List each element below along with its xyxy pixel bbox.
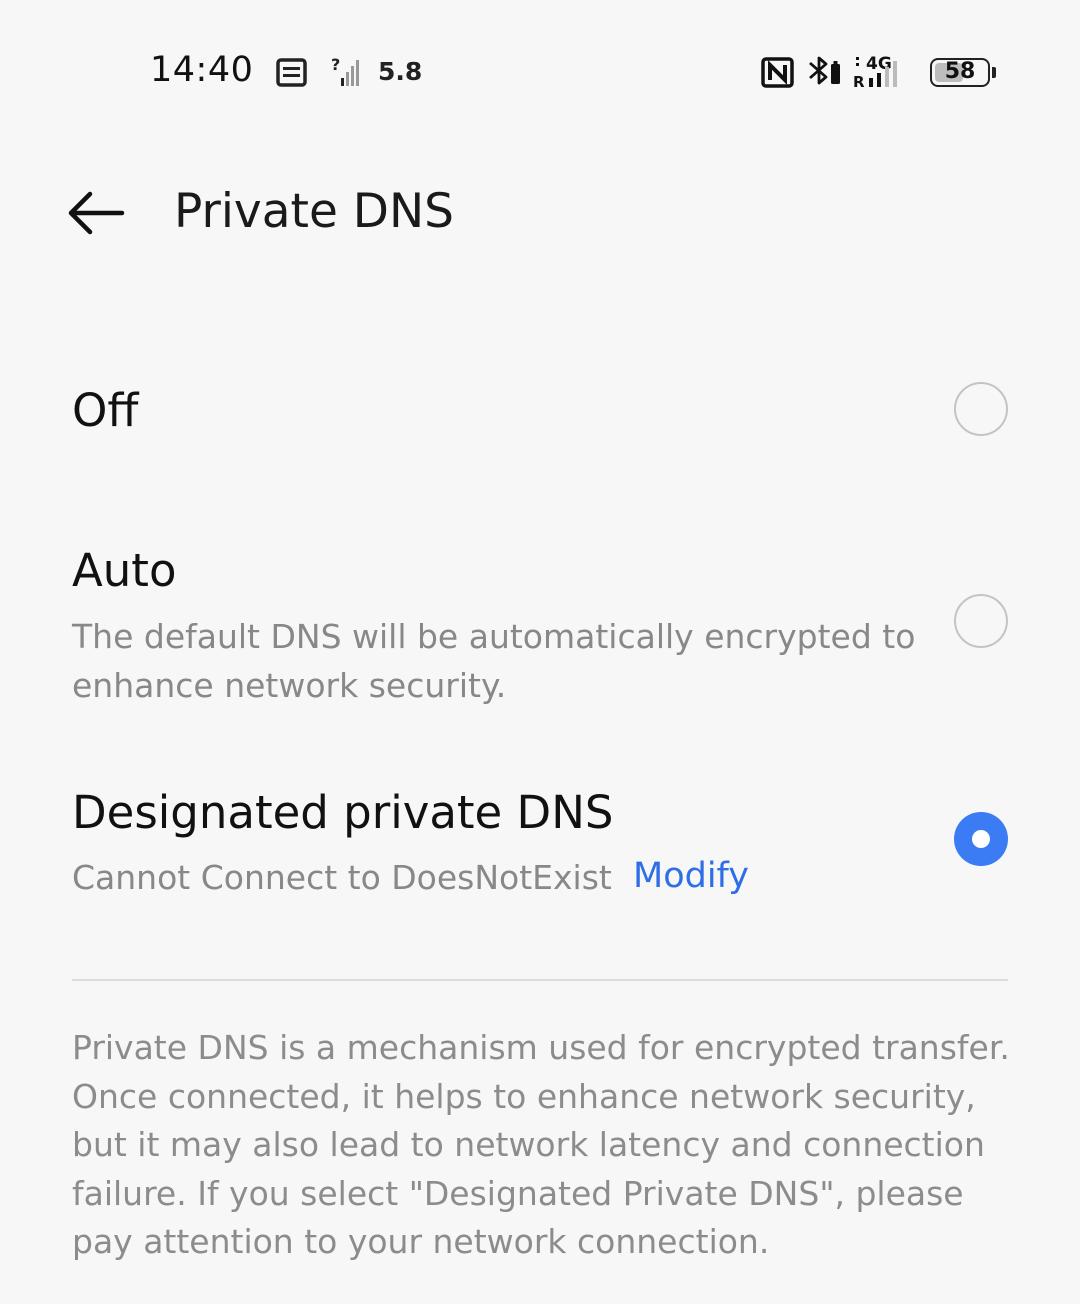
back-button[interactable]: [62, 186, 128, 240]
option-designated-label: Designated private DNS: [72, 786, 614, 839]
option-auto-radio[interactable]: [954, 594, 1008, 648]
option-off-label: Off: [72, 384, 139, 437]
battery-icon: 58: [930, 58, 996, 87]
connection-status-text: Cannot Connect to DoesNotExist: [72, 858, 612, 897]
notification-list-icon: [276, 58, 307, 87]
option-auto-label: Auto: [72, 544, 177, 597]
bluetooth-icon: [809, 56, 840, 85]
option-designated-radio[interactable]: [954, 812, 1008, 866]
back-arrow-icon: [68, 191, 125, 235]
option-off[interactable]: Off: [0, 360, 1080, 470]
no-signal-icon: ?: [331, 56, 359, 86]
modify-link[interactable]: Modify: [633, 856, 749, 896]
divider: [72, 979, 1008, 981]
page-title: Private DNS: [174, 184, 454, 239]
cellular-4g-icon: 4G R: [853, 54, 897, 90]
svg-text:?: ?: [331, 56, 340, 74]
option-auto-description: The default DNS will be automatically en…: [72, 617, 916, 705]
svg-text:R: R: [853, 73, 865, 90]
nfc-icon: [761, 57, 794, 88]
option-auto[interactable]: Auto The default DNS will be automatical…: [0, 520, 1080, 720]
private-dns-explanation: Private DNS is a mechanism used for encr…: [72, 1028, 1010, 1261]
option-off-radio[interactable]: [954, 382, 1008, 436]
network-speed: 5.8: [378, 57, 423, 86]
battery-percentage: 58: [944, 59, 976, 84]
status-time: 14:40: [150, 50, 254, 90]
status-bar: 14:40 ? 5.8 4G R 58: [0, 0, 1080, 145]
